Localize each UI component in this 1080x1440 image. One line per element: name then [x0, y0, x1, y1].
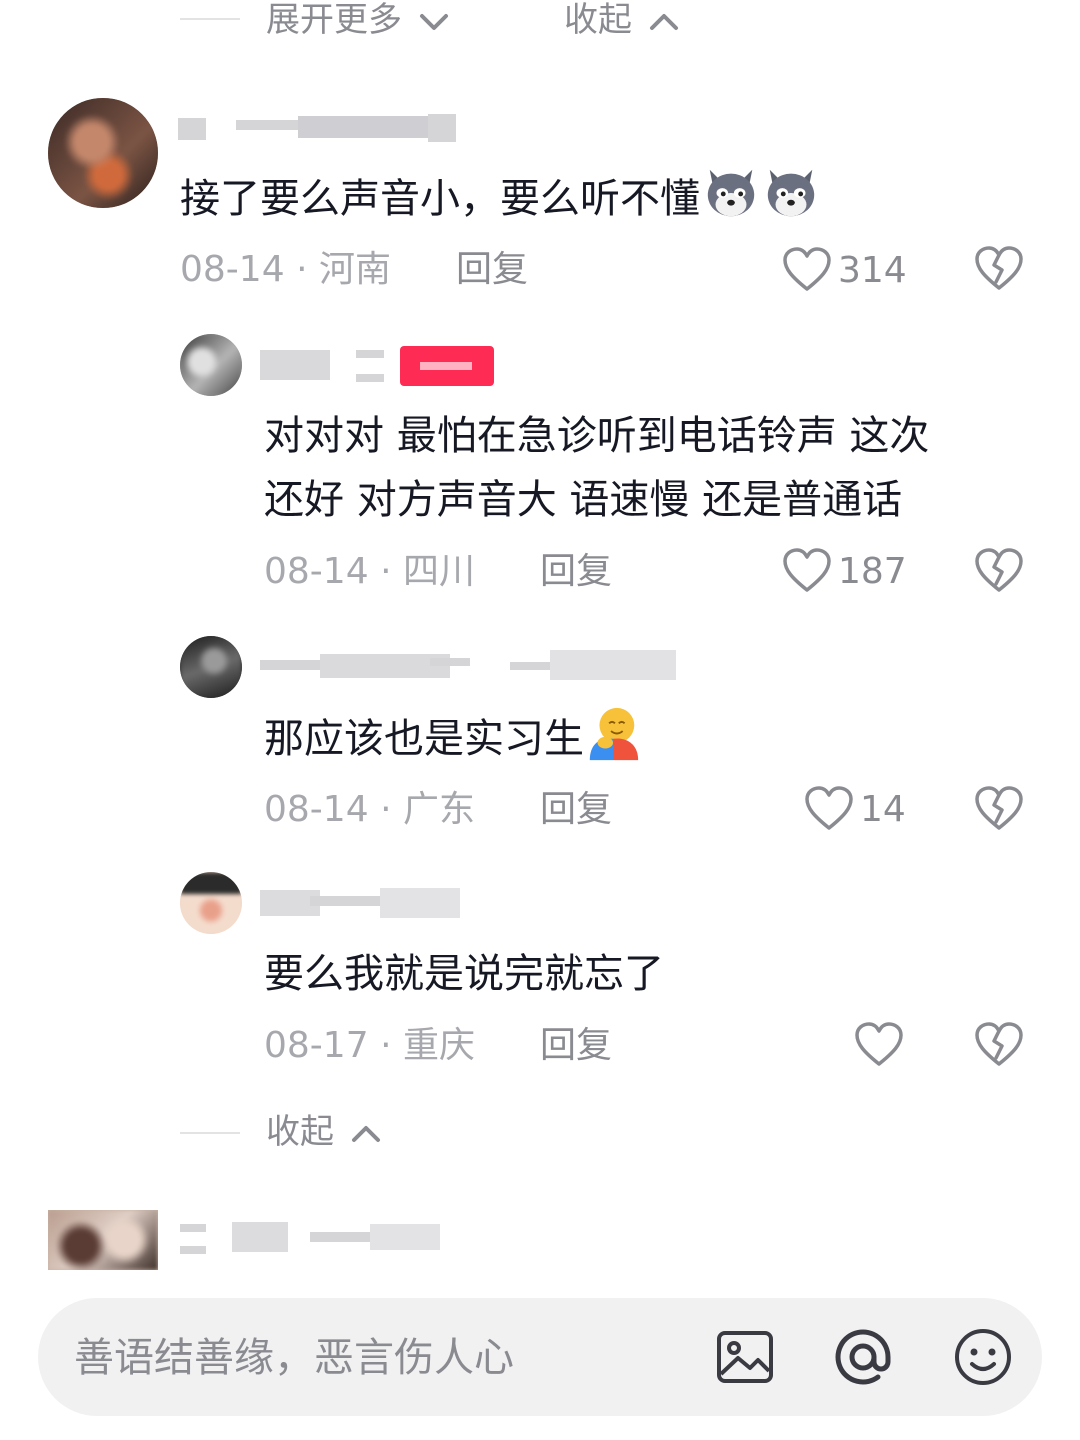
reply-button[interactable]: 回复	[540, 788, 612, 832]
avatar-pixelated	[48, 1210, 158, 1270]
expand-more-button[interactable]: 展开更多	[266, 0, 449, 40]
reply-date: 08-14	[264, 551, 369, 592]
mention-icon[interactable]	[832, 1326, 894, 1388]
reply-text-line2: 还好 对方声音大 语速慢 还是普通话	[264, 477, 903, 523]
like-count: 14	[860, 788, 906, 830]
username-blurred[interactable]	[260, 346, 390, 386]
meta-separator: ·	[380, 1025, 392, 1066]
collapse-label: 收起	[564, 0, 632, 40]
broken-heart-icon[interactable]	[974, 1022, 1024, 1068]
avatar[interactable]	[180, 872, 242, 934]
reply-meta: 08-14 · 广东	[264, 788, 475, 832]
collapse-replies-label: 收起	[266, 1112, 334, 1152]
username-blurred[interactable]	[260, 886, 460, 926]
divider-line	[180, 18, 240, 20]
like-button[interactable]: 14	[804, 783, 906, 835]
hug-emoji-icon	[589, 707, 639, 761]
expand-more-label: 展开更多	[266, 0, 402, 40]
reply-meta: 08-14 · 四川	[264, 550, 475, 594]
avatar[interactable]	[180, 334, 242, 396]
meta-separator: ·	[380, 789, 392, 830]
emoji-icon[interactable]	[952, 1326, 1014, 1388]
username-blurred[interactable]	[180, 1222, 450, 1262]
like-count: 314	[838, 249, 907, 291]
reply-button[interactable]: 回复	[540, 1024, 612, 1068]
like-button[interactable]: 314	[782, 244, 907, 296]
comment-date: 08-14	[180, 249, 285, 290]
wolf-emoji-icon	[767, 169, 815, 217]
reply-meta: 08-17 · 重庆	[264, 1024, 475, 1068]
avatar-pixelated	[48, 98, 158, 208]
avatar-pixelated	[180, 334, 242, 396]
collapse-replies-button[interactable]: 收起	[266, 1112, 381, 1152]
reply-text: 那应该也是实习生	[264, 704, 642, 771]
meta-separator: ·	[296, 249, 308, 290]
reply-date: 08-17	[264, 1025, 369, 1066]
like-count: 187	[838, 550, 907, 592]
image-icon[interactable]	[714, 1326, 776, 1388]
broken-heart-icon[interactable]	[974, 548, 1024, 594]
heart-icon	[783, 548, 831, 592]
reply-button[interactable]: 回复	[456, 248, 528, 292]
like-button[interactable]	[854, 1019, 910, 1071]
heart-icon	[805, 786, 853, 830]
comment-location: 河南	[318, 249, 391, 290]
heart-icon	[783, 247, 831, 291]
username-blurred[interactable]	[178, 112, 458, 152]
avatar-pixelated	[180, 872, 242, 934]
reply-location: 广东	[402, 789, 475, 830]
reply-text-content: 那应该也是实习生	[264, 716, 584, 762]
reply-location: 重庆	[402, 1025, 475, 1066]
reply-button[interactable]: 回复	[540, 550, 612, 594]
user-badge	[400, 346, 494, 386]
comment-input-placeholder[interactable]: 善语结善缘，恶言伤人心	[74, 1334, 514, 1382]
comment-text-content: 接了要么声音小，要么听不懂	[180, 176, 700, 222]
meta-separator: ·	[380, 551, 392, 592]
avatar[interactable]	[48, 1210, 158, 1270]
comment-input-bar[interactable]: 善语结善缘，恶言伤人心	[38, 1298, 1042, 1416]
chevron-up-icon	[351, 1125, 380, 1142]
reply-text-line1: 对对对 最怕在急诊听到电话铃声 这次	[264, 413, 930, 459]
reply-location: 四川	[402, 551, 475, 592]
broken-heart-icon[interactable]	[974, 786, 1024, 832]
chevron-up-icon	[649, 13, 678, 30]
comment-meta: 08-14 · 河南	[180, 248, 391, 292]
divider-line	[180, 1132, 240, 1134]
avatar[interactable]	[48, 98, 158, 208]
comment-text: 接了要么声音小，要么听不懂	[180, 164, 820, 231]
username-blurred[interactable]	[260, 650, 680, 690]
reply-text: 要么我就是说完就忘了	[264, 951, 664, 997]
reply-date: 08-14	[264, 789, 369, 830]
wolf-emoji-icon	[707, 169, 755, 217]
like-button[interactable]: 187	[782, 545, 907, 597]
avatar-pixelated	[180, 636, 242, 698]
collapse-button-top[interactable]: 收起	[564, 0, 679, 40]
broken-heart-icon[interactable]	[974, 246, 1024, 292]
chevron-down-icon	[419, 13, 448, 30]
avatar[interactable]	[180, 636, 242, 698]
heart-icon	[855, 1022, 903, 1066]
